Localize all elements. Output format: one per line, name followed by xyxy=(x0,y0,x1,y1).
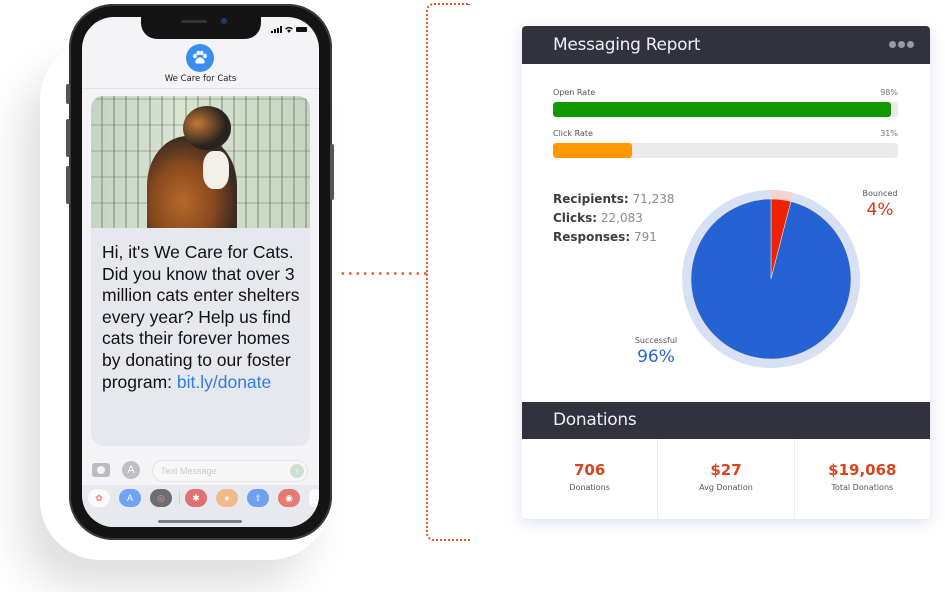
click-rate-percent: 31% xyxy=(880,129,898,138)
app-store-icon[interactable]: A xyxy=(119,489,141,507)
clicks-value: 22,083 xyxy=(600,211,643,225)
total-donations-cell: $19,068 Total Donations xyxy=(795,439,930,519)
recipients-stat: Recipients: 71,238 xyxy=(553,192,675,206)
donations-count-value: 706 xyxy=(574,461,606,479)
speaker xyxy=(181,20,207,23)
successful-label: Successful 96% xyxy=(626,336,686,367)
recipients-value: 71,238 xyxy=(632,192,675,206)
bounced-percent: 4% xyxy=(866,200,894,220)
avg-donation-cell: $27 Avg Donation xyxy=(658,439,795,519)
camera-icon xyxy=(221,18,227,24)
paw-icon xyxy=(193,50,207,64)
successful-percent: 96% xyxy=(637,347,675,367)
compose-bar: A Text Message ↑ xyxy=(82,457,319,485)
status-bar xyxy=(271,26,307,33)
click-rate-bar xyxy=(553,143,898,158)
phone-screen: We Care for Cats Hi, it's We Care for Ca… xyxy=(82,17,319,527)
open-rate-label: Open Rate xyxy=(553,88,596,97)
share-icon[interactable]: ⇧ xyxy=(247,489,269,507)
app-store-icon[interactable]: A xyxy=(122,461,140,479)
responses-label: Responses: xyxy=(553,230,631,244)
text-message-placeholder: Text Message xyxy=(161,466,217,476)
message-bubble: Hi, it's We Care for Cats. Did you know … xyxy=(91,96,310,446)
avg-donation-value: $27 xyxy=(710,461,742,479)
recipients-label: Recipients: xyxy=(553,192,629,206)
signal-icon xyxy=(271,26,282,33)
contact-name: We Care for Cats xyxy=(164,74,237,84)
power-button xyxy=(330,144,334,200)
responses-stat: Responses: 791 xyxy=(553,230,657,244)
successful-label-text: Successful xyxy=(634,336,678,345)
bounced-label-text: Bounced xyxy=(862,189,898,198)
total-donations-value: $19,068 xyxy=(828,461,897,479)
clicks-stat: Clicks: 22,083 xyxy=(553,211,643,225)
donate-link[interactable]: bit.ly/donate xyxy=(177,372,271,392)
report-header: Messaging Report xyxy=(522,26,930,64)
connector-bracket xyxy=(426,3,470,541)
yelp-icon[interactable]: ✱ xyxy=(185,489,207,507)
open-rate-fill xyxy=(553,102,892,117)
home-indicator[interactable] xyxy=(158,520,242,523)
open-rate-bar xyxy=(553,102,898,117)
click-rate-label: Click Rate xyxy=(553,129,593,138)
responses-value: 791 xyxy=(633,230,657,244)
avg-donation-label: Avg Donation xyxy=(699,483,753,492)
donations-count-cell: 706 Donations xyxy=(522,439,659,519)
music-icon[interactable]: ◉ xyxy=(278,489,300,507)
messaging-report-card: Messaging Report Open Rate 98% Click Rat… xyxy=(522,26,930,519)
message-text: Hi, it's We Care for Cats. Did you know … xyxy=(102,242,307,393)
camera-icon[interactable] xyxy=(92,463,110,477)
strip-divider xyxy=(179,491,180,505)
donations-title: Donations xyxy=(553,410,637,430)
cat-image[interactable] xyxy=(91,96,310,228)
donations-header: Donations xyxy=(522,402,930,439)
volume-up-button xyxy=(66,119,70,157)
total-donations-label: Total Donations xyxy=(831,483,894,492)
wifi-icon xyxy=(285,26,293,33)
notch xyxy=(141,17,261,39)
photos-icon[interactable]: ✿ xyxy=(88,489,110,507)
contact-avatar[interactable] xyxy=(186,44,214,72)
click-rate-fill xyxy=(553,143,633,158)
delivery-pie-chart xyxy=(682,190,860,368)
report-title: Messaging Report xyxy=(553,35,701,55)
bounced-label: Bounced 4% xyxy=(852,189,908,220)
send-icon[interactable]: ↑ xyxy=(290,464,304,478)
volume-down-button xyxy=(66,166,70,204)
mute-switch xyxy=(66,84,70,104)
connector-line xyxy=(339,272,427,275)
message-body: Hi, it's We Care for Cats. Did you know … xyxy=(102,242,300,392)
clicks-label: Clicks: xyxy=(553,211,598,225)
text-message-input[interactable]: Text Message ↑ xyxy=(152,460,308,482)
donations-stats: 706 Donations $27 Avg Donation $19,068 T… xyxy=(522,439,930,519)
open-rate-percent: 98% xyxy=(880,88,898,97)
pie-slice-successful xyxy=(690,198,852,360)
battery-icon xyxy=(296,27,307,32)
more-icon[interactable] xyxy=(889,41,914,48)
emoji-icon[interactable]: ● xyxy=(216,489,238,507)
divider xyxy=(82,88,319,89)
donations-count-label: Donations xyxy=(569,483,610,492)
more-icon[interactable] xyxy=(309,489,319,507)
activity-icon[interactable]: ◎ xyxy=(150,489,172,507)
